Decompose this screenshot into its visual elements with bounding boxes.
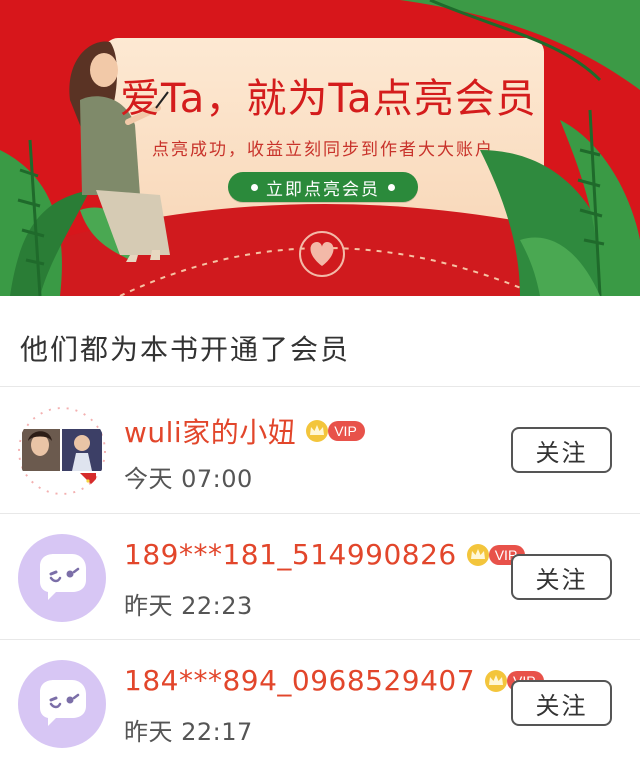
chat-bubble-icon bbox=[40, 554, 86, 600]
section-title: 他们都为本书开通了会员 bbox=[20, 333, 351, 366]
follow-button[interactable]: 关注 bbox=[511, 554, 612, 600]
member-time: 今天 07:00 bbox=[124, 465, 253, 493]
cta-label: 立即点亮会员 bbox=[266, 179, 380, 200]
banner-title: 爱Ta，就为Ta点亮会员 bbox=[120, 76, 537, 122]
chat-bubble-icon bbox=[40, 680, 86, 726]
member-name[interactable]: wuli家的小妞 bbox=[124, 411, 296, 451]
member-row: wuli家的小妞 VIP 今天 07:00 关注 bbox=[0, 387, 640, 513]
photo-avatar-icon bbox=[18, 407, 106, 495]
vip-badge: VIP bbox=[304, 419, 365, 443]
follow-button[interactable]: 关注 bbox=[511, 680, 612, 726]
member-name[interactable]: 184***894_0968529407 bbox=[124, 664, 475, 697]
member-row: 189***181_514990826 VIP 昨天 22:23 关注 bbox=[0, 514, 640, 640]
member-time: 昨天 22:23 bbox=[124, 592, 253, 620]
member-time: 昨天 22:17 bbox=[124, 718, 253, 746]
member-name-line: 189***181_514990826 VIP bbox=[124, 538, 526, 571]
promo-banner[interactable]: 爱Ta，就为Ta点亮会员 点亮成功，收益立刻同步到作者大大账户 立即点亮会员 bbox=[0, 0, 640, 296]
avatar[interactable] bbox=[18, 534, 106, 622]
follow-button[interactable]: 关注 bbox=[511, 427, 612, 473]
member-row: 184***894_0968529407 VIP 昨天 22:17 关注 bbox=[0, 640, 640, 766]
avatar[interactable] bbox=[18, 407, 106, 495]
banner-subtitle: 点亮成功，收益立刻同步到作者大大账户 bbox=[152, 140, 494, 160]
vip-tag: VIP bbox=[328, 421, 365, 441]
dot-icon bbox=[388, 183, 395, 191]
light-up-membership-button[interactable]: 立即点亮会员 bbox=[228, 172, 418, 202]
avatar[interactable] bbox=[18, 660, 106, 748]
dot-icon bbox=[251, 183, 258, 191]
member-name[interactable]: 189***181_514990826 bbox=[124, 538, 457, 571]
member-name-line: wuli家的小妞 VIP bbox=[124, 411, 365, 451]
member-name-line: 184***894_0968529407 VIP bbox=[124, 664, 544, 697]
